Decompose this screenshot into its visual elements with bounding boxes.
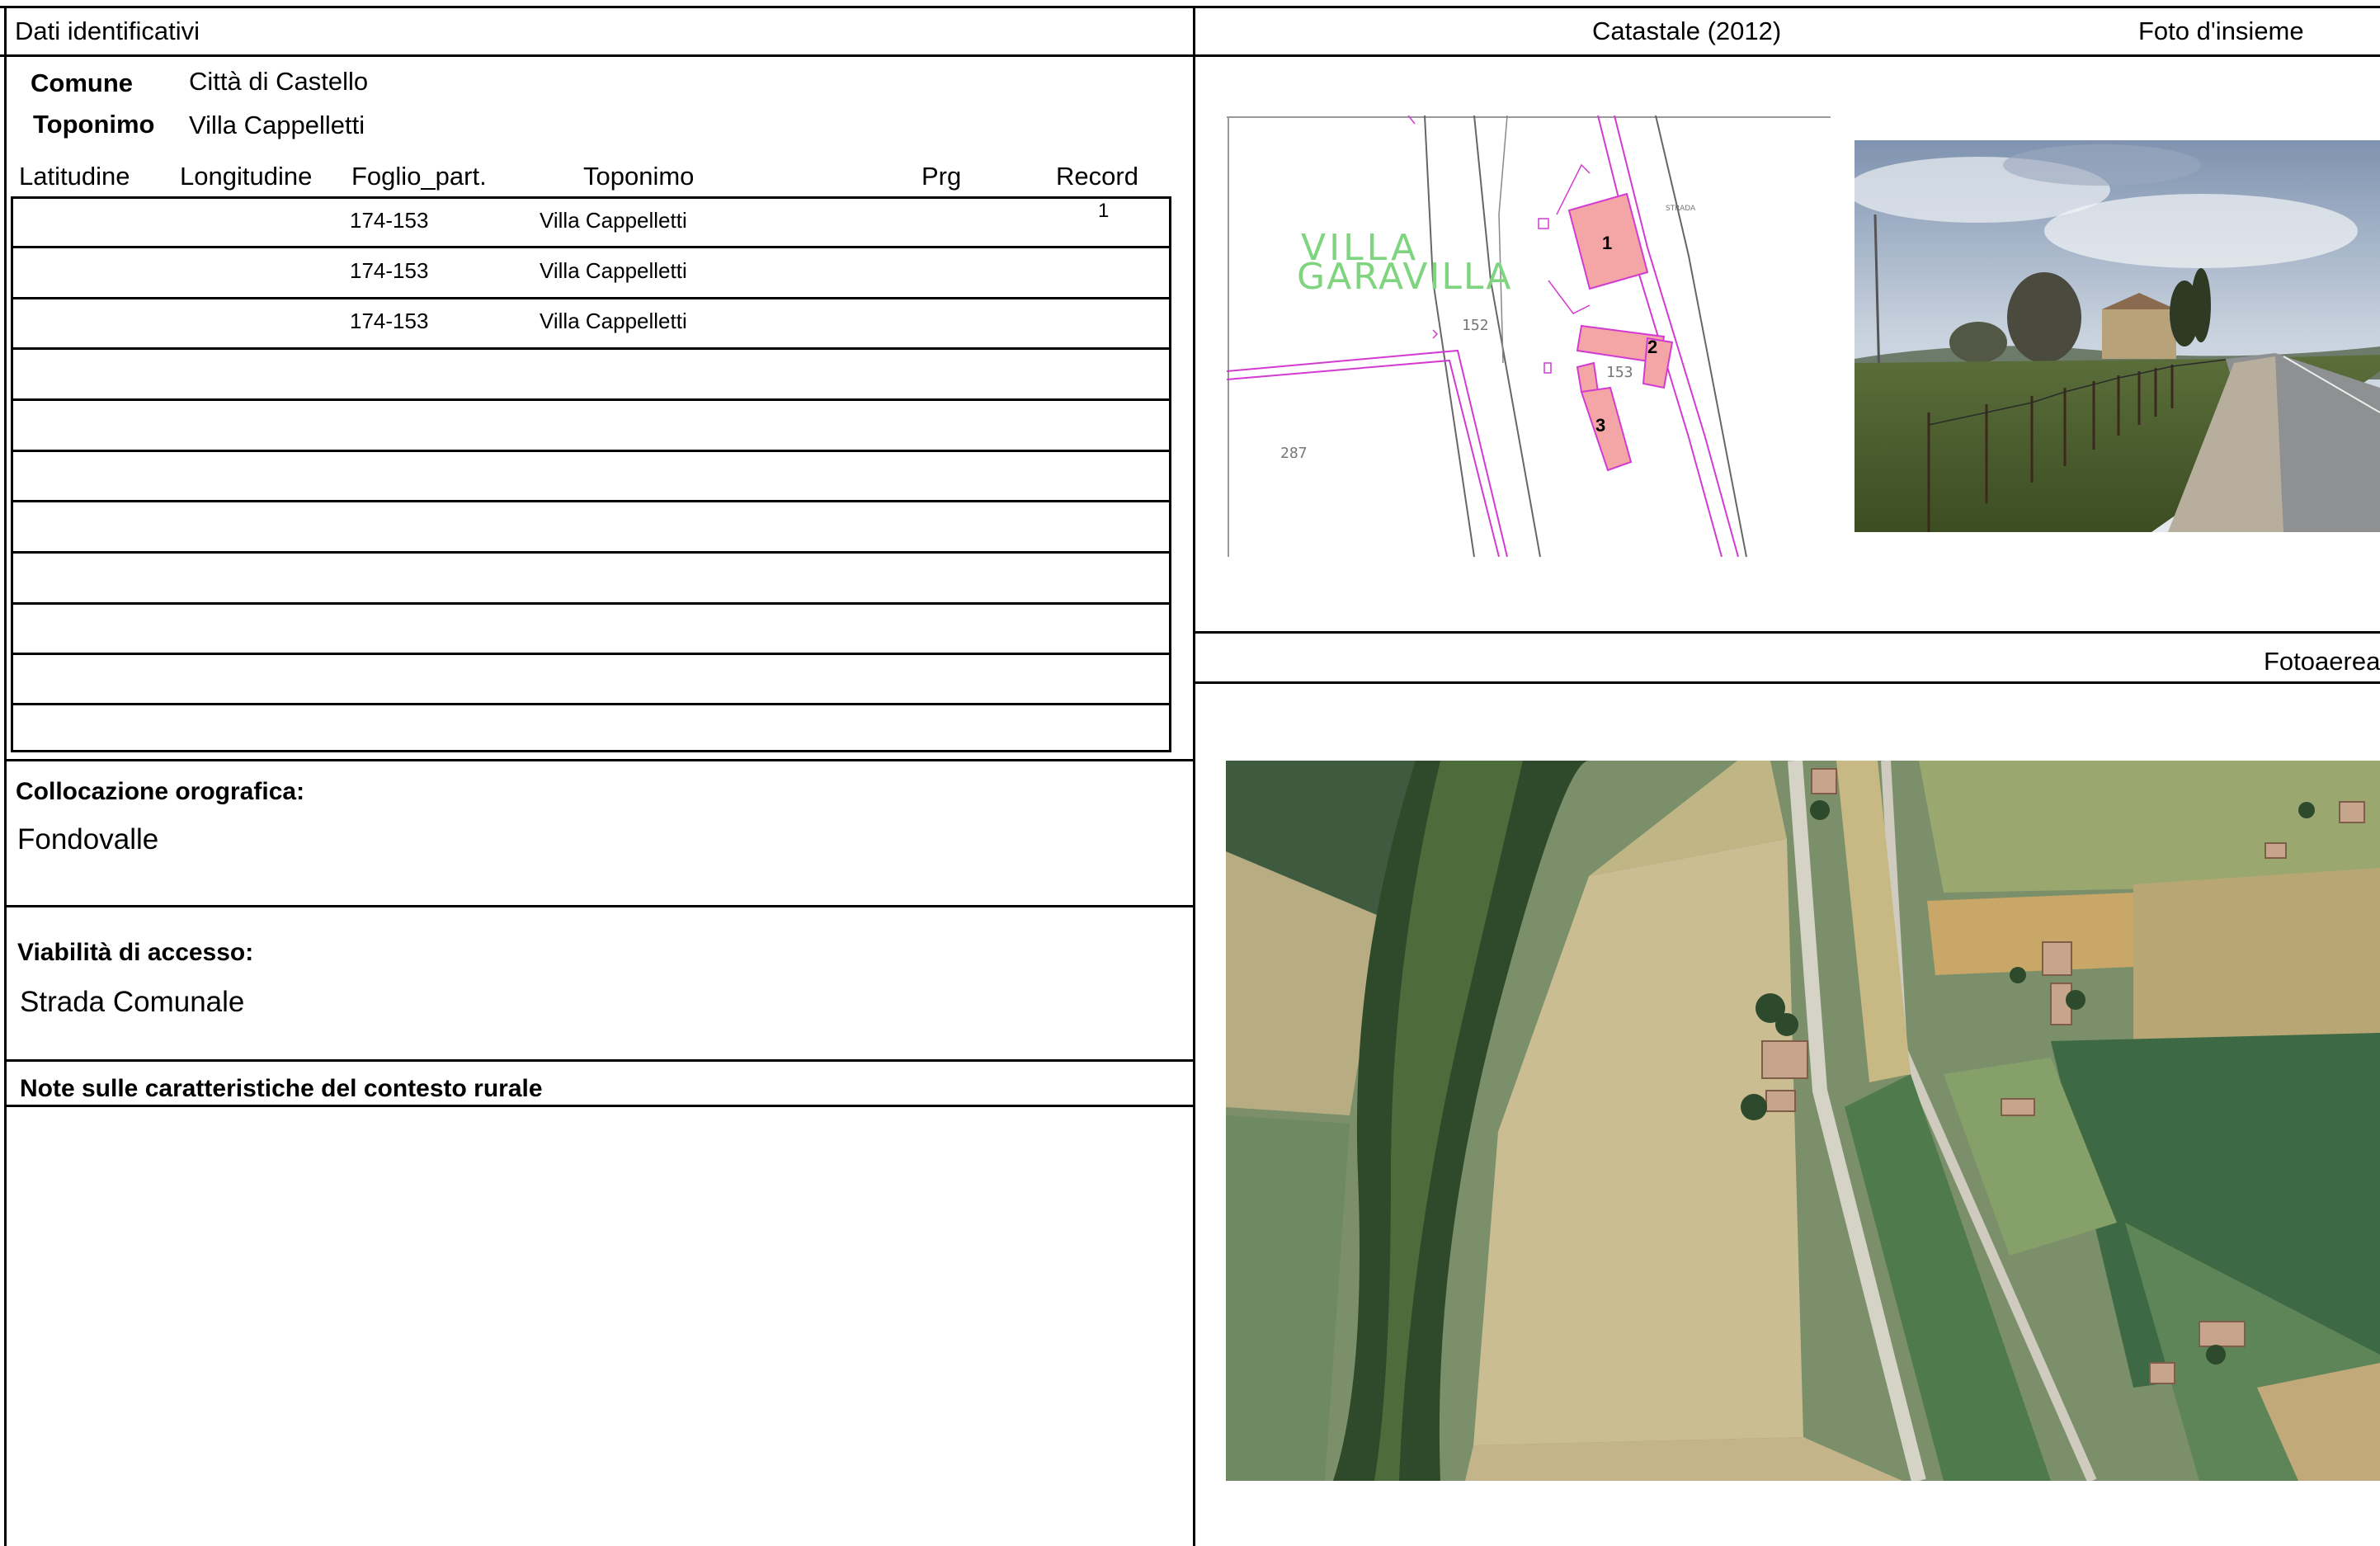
catastale-title: Catastale (2012) <box>1592 16 1782 45</box>
table-row-line <box>11 450 1171 452</box>
table-cell-toponimo: Villa Cappelletti <box>540 258 687 283</box>
table-cell-foglio: 174-153 <box>350 208 429 233</box>
table-cell-toponimo: Villa Cappelletti <box>540 309 687 333</box>
top-border <box>0 6 2380 8</box>
col-header-prg: Prg <box>921 162 962 191</box>
table-row-line <box>11 703 1171 705</box>
table-row-line <box>11 653 1171 655</box>
map-building-2: 2 <box>1647 337 1657 357</box>
fotoaerea-title: Fotoaerea <box>2264 647 2380 676</box>
map-road-label: STRADA <box>1666 205 1696 213</box>
center-divider <box>1193 6 1195 1546</box>
comune-label: Comune <box>31 68 133 97</box>
col-header-record: Record <box>1056 162 1138 191</box>
toponimo-label: Toponimo <box>33 110 155 139</box>
map-building-3: 3 <box>1595 415 1605 436</box>
table-row-line <box>11 398 1171 401</box>
map-parcel-153: 153 <box>1606 364 1633 381</box>
foto-insieme-title: Foto d'insieme <box>2138 16 2304 45</box>
aerial-photo <box>1226 761 2380 1481</box>
table-cell-foglio: 174-153 <box>350 309 429 333</box>
cadastral-map: VILLA GARAVILLA 152 153 287 STRADA 1 2 3 <box>1227 115 1831 557</box>
viabilita-top-line <box>4 905 1193 907</box>
col-header-toponimo: Toponimo <box>583 162 695 191</box>
overview-photo <box>1855 140 2380 532</box>
fotoaerea-bottom-line <box>1193 681 2380 684</box>
collocazione-value: Fondovalle <box>17 823 159 855</box>
table-cell-toponimo: Villa Cappelletti <box>540 208 687 233</box>
viabilita-label: Viabilità di accesso: <box>17 939 254 966</box>
col-header-longitudine: Longitudine <box>180 162 313 191</box>
left-section-title: Dati identificativi <box>15 16 200 45</box>
table-row-line <box>11 551 1171 554</box>
table-cell-foglio: 174-153 <box>350 258 429 283</box>
collocazione-label: Collocazione orografica: <box>16 778 305 805</box>
note-label-line <box>4 1105 1193 1107</box>
table-row-line <box>11 347 1171 350</box>
viabilita-value: Strada Comunale <box>20 986 245 1018</box>
note-label: Note sulle caratteristiche del contesto … <box>20 1075 543 1102</box>
map-building-1: 1 <box>1602 233 1612 253</box>
collocazione-top-line <box>4 759 1193 761</box>
comune-value: Città di Castello <box>189 67 369 96</box>
table-row-line <box>11 500 1171 502</box>
col-header-foglio: Foglio_part. <box>351 162 487 191</box>
table-row-line <box>11 246 1171 248</box>
toponimo-value: Villa Cappelletti <box>189 111 365 139</box>
col-header-latitudine: Latitudine <box>19 162 130 191</box>
header-divider <box>0 54 2380 57</box>
note-top-line <box>4 1059 1193 1062</box>
map-parcel-287: 287 <box>1280 445 1308 462</box>
fotoaerea-top-line <box>1193 631 2380 634</box>
left-border <box>4 6 7 1546</box>
table-row-line <box>11 602 1171 605</box>
map-parcel-152: 152 <box>1462 317 1489 334</box>
map-place-label-garavilla: GARAVILLA <box>1297 256 1512 298</box>
table-row-line <box>11 297 1171 299</box>
table-cell-record: 1 <box>1098 200 1110 222</box>
